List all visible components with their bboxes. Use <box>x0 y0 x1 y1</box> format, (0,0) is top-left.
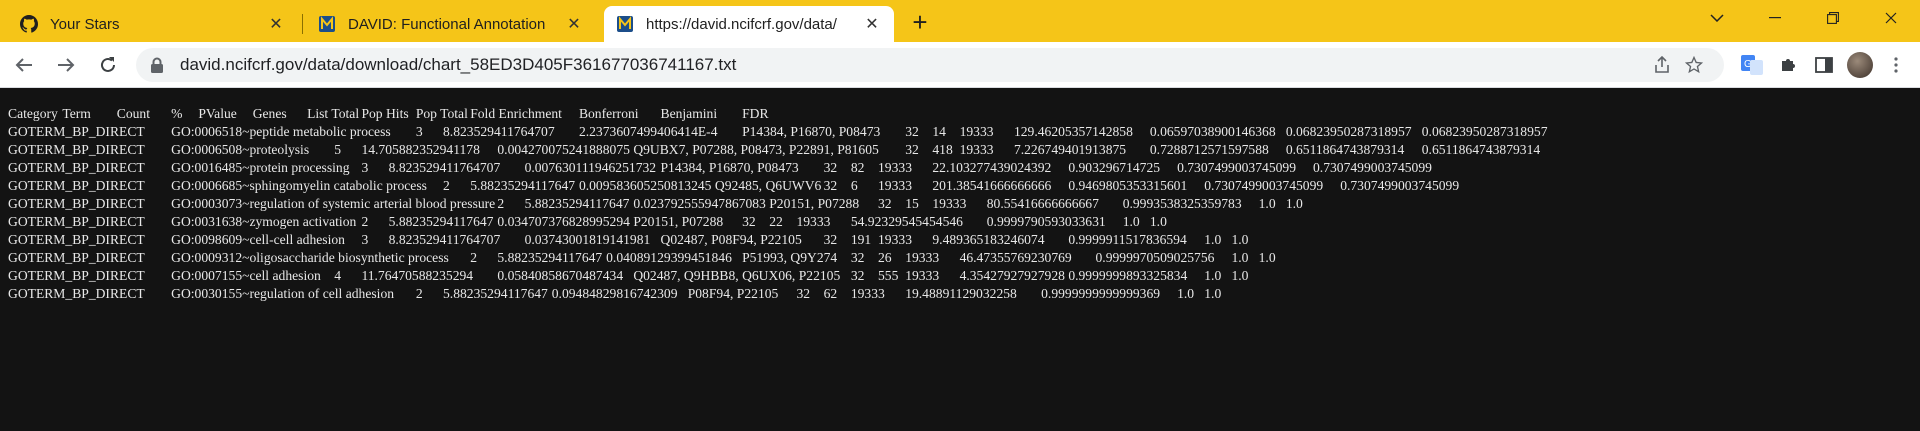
avatar[interactable] <box>1842 47 1878 83</box>
back-arrow-icon[interactable] <box>6 47 42 83</box>
close-icon[interactable]: ✕ <box>862 14 882 34</box>
document-text: Category Term Count % PValue Genes List … <box>8 106 1548 301</box>
close-window-icon[interactable] <box>1862 0 1920 36</box>
tab-your-stars[interactable]: Your Stars ✕ <box>8 6 303 42</box>
restore-icon[interactable] <box>1804 0 1862 36</box>
tab-title: Your Stars <box>50 15 120 33</box>
more-menu-icon[interactable] <box>1878 47 1914 83</box>
david-icon <box>616 15 634 33</box>
github-icon <box>20 15 38 33</box>
tab-strip: Your Stars ✕ DAVID: Functional Annotatio… <box>0 0 1920 42</box>
plain-text-document: Category Term Count % PValue Genes List … <box>0 88 1920 431</box>
share-icon[interactable] <box>1646 49 1678 81</box>
minimize-icon[interactable] <box>1746 0 1804 36</box>
url-text[interactable]: david.ncifcrf.gov/data/download/chart_58… <box>180 55 1646 75</box>
window-controls <box>1688 0 1920 36</box>
address-bar[interactable]: david.ncifcrf.gov/data/download/chart_58… <box>136 47 1724 82</box>
translate-icon[interactable]: G <box>1734 47 1770 83</box>
side-panel-icon[interactable] <box>1806 47 1842 83</box>
tab-david-functional-annotation[interactable]: DAVID: Functional Annotation ✕ <box>306 6 596 42</box>
lock-icon[interactable] <box>150 57 166 73</box>
reload-icon[interactable] <box>90 47 126 83</box>
tab-title: https://david.ncifcrf.gov/data/ <box>646 15 837 33</box>
tab-separator <box>302 14 303 34</box>
bookmark-star-icon[interactable] <box>1678 49 1710 81</box>
forward-arrow-icon[interactable] <box>48 47 84 83</box>
tab-active-download[interactable]: https://david.ncifcrf.gov/data/ ✕ <box>604 6 894 42</box>
tab-title: DAVID: Functional Annotation <box>348 15 546 33</box>
extensions-puzzle-icon[interactable] <box>1770 47 1806 83</box>
david-icon <box>318 15 336 33</box>
chevron-down-icon[interactable] <box>1688 0 1746 36</box>
close-icon[interactable]: ✕ <box>564 14 584 34</box>
new-tab-button[interactable]: + <box>904 6 936 38</box>
close-icon[interactable]: ✕ <box>266 14 286 34</box>
browser-toolbar: david.ncifcrf.gov/data/download/chart_58… <box>0 42 1920 88</box>
